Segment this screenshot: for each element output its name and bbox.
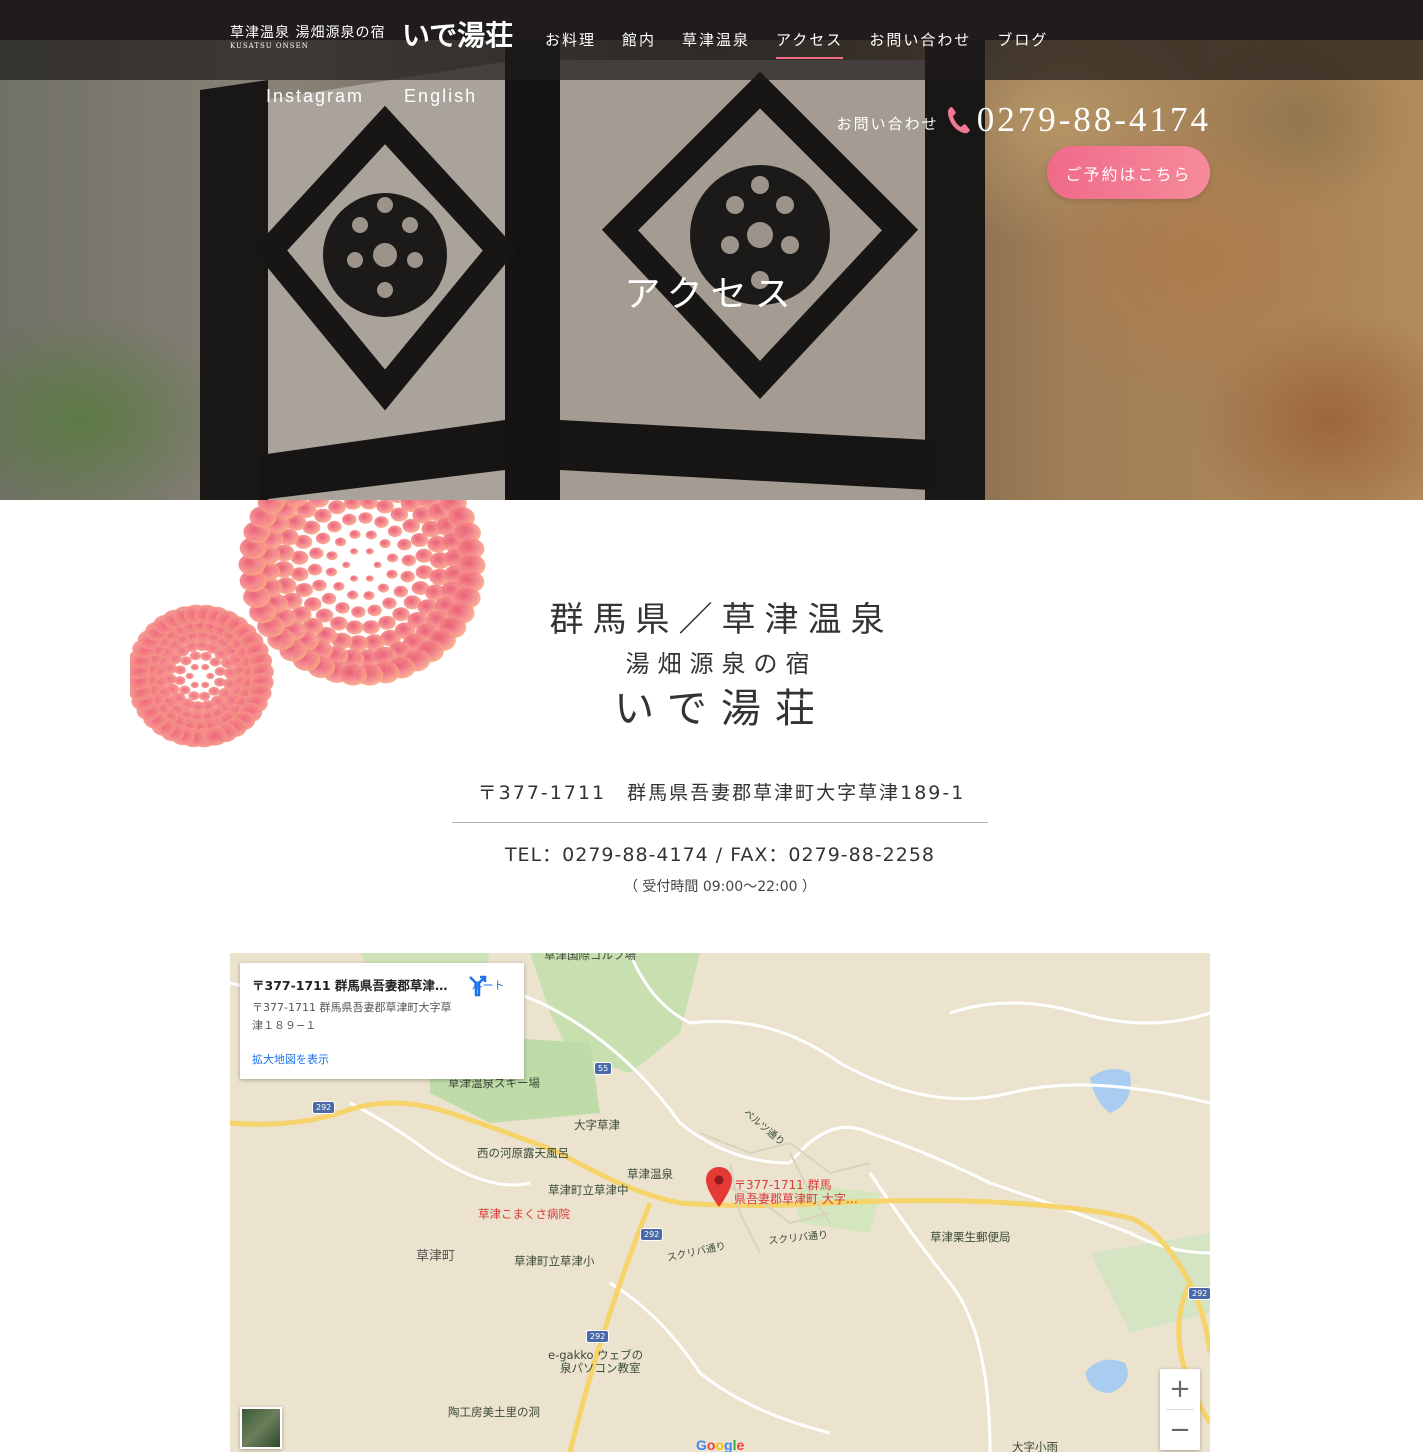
- flower-petal: [365, 530, 377, 540]
- contact-phone[interactable]: お問い合わせ 0279-88-4174: [837, 100, 1211, 140]
- road-shield-292: 292: [1188, 1287, 1210, 1300]
- flower-petal: [397, 538, 412, 551]
- flower-petal: [358, 512, 373, 524]
- flower-petal: [327, 520, 342, 533]
- map-label-kusatsu-onsen: 草津温泉: [627, 1167, 673, 1181]
- nav-item-kusatsu-onsen[interactable]: 草津温泉: [682, 29, 750, 59]
- flower-petal: [307, 563, 323, 576]
- flower-petal: [335, 537, 347, 547]
- flower-petal: [386, 569, 398, 579]
- flower-petal: [365, 575, 374, 582]
- flower-petal: [360, 500, 378, 510]
- reception-hours: （ 受付時間 09:00～22:00 ）: [623, 879, 817, 895]
- map-label-pottery: 陶工房美土里の洞: [448, 1405, 540, 1419]
- view-larger-map-link[interactable]: 拡大地図を表示: [252, 1051, 329, 1067]
- reserve-button[interactable]: ご予約はこちら: [1047, 146, 1210, 199]
- flower-petal: [342, 513, 357, 526]
- map-label-pc-school-2: 泉パソコン教室: [560, 1361, 641, 1375]
- divider: [452, 822, 988, 823]
- nav-item-contact[interactable]: お問い合わせ: [869, 29, 971, 59]
- phone-icon: [947, 107, 970, 134]
- map-label-oaza-komame: 大字小雨: [1012, 1440, 1058, 1452]
- flower-petal: [350, 575, 359, 582]
- flower-petal: [401, 554, 417, 567]
- flower-petal: [387, 553, 399, 563]
- address-text: 〒377-1711 群馬県吾妻郡草津町大字草津189-1: [477, 782, 966, 804]
- map-label-sainokawara: 西の河原露天風呂: [477, 1146, 569, 1160]
- map-info-card: 〒377-1711 群馬県吾妻郡草津町大字草津１８９−１ 〒377-1711 群…: [240, 963, 524, 1079]
- road-shield-292: 292: [640, 1228, 664, 1241]
- card-address: 〒377-1711 群馬県吾妻郡草津町大字草津１８９−１: [252, 1001, 452, 1032]
- map-label-town: 草津町: [416, 1249, 456, 1264]
- nav-item-access[interactable]: アクセス: [776, 29, 844, 59]
- road-shield-55: 55: [594, 1062, 613, 1075]
- header-bar: 草津温泉 湯畑源泉の宿 KUSATSU ONSEN いで湯荘 お料理 館内 草津…: [0, 0, 1423, 80]
- zoom-out-button[interactable]: −: [1160, 1410, 1200, 1450]
- nav-item-blog[interactable]: ブログ: [997, 29, 1048, 59]
- location-pin-icon[interactable]: [706, 1167, 732, 1207]
- page-title: アクセス: [624, 274, 799, 315]
- flower-petal: [333, 581, 345, 591]
- flower-petal: [400, 570, 415, 583]
- zoom-in-button[interactable]: +: [1160, 1369, 1200, 1409]
- pin-label-line2: 県吾妻郡草津町 大字…: [734, 1192, 858, 1206]
- flower-petal: [373, 561, 382, 569]
- flower-petal: [314, 508, 332, 523]
- flower-petal: [342, 561, 351, 569]
- flower-petal: [374, 516, 389, 528]
- flower-petal: [326, 551, 338, 561]
- nav-item-facility[interactable]: 館内: [622, 29, 656, 59]
- phone-number: 0279-88-4174: [976, 100, 1211, 139]
- map-label-hospital: 草津こまくさ病院: [478, 1207, 570, 1221]
- nav-item-cuisine[interactable]: お料理: [545, 29, 596, 59]
- sub-links: Instagram English: [266, 86, 517, 107]
- flower-petal: [379, 539, 391, 549]
- logo-name: いで湯荘: [402, 19, 514, 52]
- prefecture-heading: 群馬県／草津温泉: [549, 600, 894, 640]
- inn-name: いで湯荘: [614, 686, 829, 732]
- flower-petal: [325, 567, 337, 577]
- hero-section: 草津温泉 湯畑源泉の宿 KUSATSU ONSEN いで湯荘 お料理 館内 草津…: [0, 0, 1423, 500]
- google-map[interactable]: 55 292 292 292 292 草津国際ゴルフ場 草津温泉スキー場 大字草…: [230, 953, 1210, 1452]
- flower-petal: [328, 500, 346, 515]
- flower-petal: [365, 548, 374, 555]
- zoom-controls: + −: [1160, 1369, 1200, 1450]
- flower-petal: [387, 525, 403, 538]
- map-label-golf: 草津国際ゴルフ場: [544, 953, 636, 962]
- map-label-elementary: 草津町立草津小: [514, 1254, 595, 1268]
- main-nav: お料理 館内 草津温泉 アクセス お問い合わせ ブログ: [545, 29, 1074, 59]
- card-title: 〒377-1711 群馬県吾妻郡草津町大字草津１８９−１: [252, 978, 457, 993]
- flower-petal: [312, 579, 327, 592]
- flower-petal: [315, 532, 331, 545]
- satellite-toggle[interactable]: [240, 1407, 282, 1449]
- contact-label: お問い合わせ: [836, 114, 939, 133]
- road-shield-292: 292: [586, 1330, 610, 1343]
- map-label-oaza: 大字草津: [574, 1118, 620, 1132]
- directions-icon: [469, 975, 487, 997]
- flower-petal: [350, 548, 359, 555]
- map-label-post-office: 草津栗生郵便局: [930, 1230, 1011, 1244]
- map-label-middle-school: 草津町立草津中: [548, 1183, 629, 1197]
- flower-petal: [349, 529, 361, 539]
- route-button[interactable]: ルート: [466, 975, 510, 997]
- english-link[interactable]: English: [404, 86, 477, 107]
- flower-petal: [309, 547, 324, 560]
- inn-subtitle: 湯畑源泉の宿: [625, 650, 818, 678]
- tel-fax-text: TEL：0279-88-4174 / FAX：0279-88-2258: [504, 844, 936, 866]
- flower-petal: [344, 500, 362, 510]
- flower-petal: [376, 500, 394, 514]
- logo-romaji: KUSATSU ONSEN: [230, 42, 309, 50]
- logo-tagline: 草津温泉 湯畑源泉の宿: [230, 25, 386, 41]
- instagram-link[interactable]: Instagram: [266, 86, 364, 107]
- road-shield-292: 292: [312, 1101, 336, 1114]
- google-logo: Google: [696, 1437, 745, 1452]
